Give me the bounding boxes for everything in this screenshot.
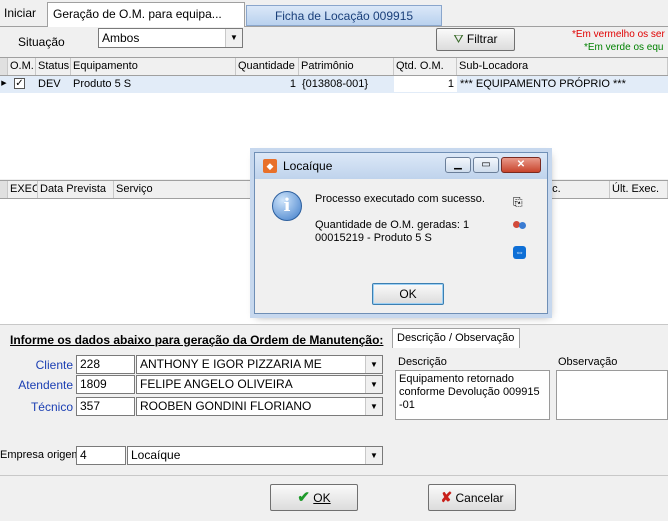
dialog-ok-button[interactable]: OK (372, 283, 444, 305)
atendente-name-value: FELIPE ANGELO OLIVEIRA (140, 377, 293, 391)
empresa-label: Empresa origem (0, 449, 81, 461)
situacao-label: Situação (18, 35, 65, 49)
tab-ficha-locacao[interactable]: Ficha de Locação 009915 (246, 5, 442, 26)
cliente-label: Cliente (35, 358, 73, 372)
col-ult-exec[interactable]: Últ. Exec. (610, 181, 668, 198)
descricao-textarea[interactable]: Equipamento retornado conforme Devolução… (395, 370, 550, 420)
x-icon: ✘ (440, 489, 453, 505)
form-heading: Informe os dados abaixo para geração da … (10, 333, 384, 347)
tecnico-code-field[interactable]: 357 (76, 397, 135, 416)
observacao-textarea[interactable] (556, 370, 668, 420)
tab-geracao-om[interactable]: Geração de O.M. para equipa... (47, 2, 245, 27)
ok-label: OK (313, 491, 331, 505)
copy-icon[interactable]: ⎘ (513, 195, 523, 210)
tab-descricao-observacao[interactable]: Descrição / Observação (392, 328, 520, 348)
col-equipamento[interactable]: Equipamento (71, 58, 236, 75)
divider (0, 324, 668, 325)
cancel-label: Cancelar (455, 491, 504, 505)
dialog-body: i Processo executado com sucesso. Quanti… (260, 179, 542, 309)
row-checkbox[interactable]: ✓ (14, 78, 25, 89)
table-row[interactable]: ▶ ✓ DEV Produto 5 S 1 {013808-001} 1 ***… (0, 76, 668, 93)
info-icon: i (272, 191, 302, 221)
dialog-message-count: Quantidade de O.M. geradas: 1 (315, 219, 470, 231)
divider (0, 475, 668, 476)
filtrar-button[interactable]: ⛛ Filtrar (436, 28, 515, 51)
observacao-label: Observação (558, 356, 618, 368)
col-exec[interactable]: EXEC (8, 181, 38, 198)
tecnico-name-field[interactable]: ROOBEN GONDINI FLORIANO ▼ (136, 397, 383, 416)
chevron-down-icon[interactable]: ▼ (365, 376, 382, 393)
om-grid-header: O.M. Status Equipamento Quantidade Patri… (0, 58, 668, 76)
dialog-titlebar[interactable]: ◆ Locaíque ▁ ▭ ✕ (255, 153, 547, 179)
tecnico-name-value: ROOBEN GONDINI FLORIANO (140, 399, 312, 413)
cliente-name-field[interactable]: ANTHONY E IGOR PIZZARIA ME ▼ (136, 355, 383, 374)
empresa-name-field[interactable]: Locaíque ▼ (127, 446, 383, 465)
col-om[interactable]: O.M. (8, 58, 36, 75)
users-icon[interactable] (512, 221, 527, 233)
col-qtd-om[interactable]: Qtd. O.M. (394, 58, 457, 75)
check-icon: ✔ (297, 489, 310, 506)
atendente-name-field[interactable]: FELIPE ANGELO OLIVEIRA ▼ (136, 375, 383, 394)
atendente-label: Atendente (18, 378, 73, 392)
dialog-message-om: 00015219 - Produto 5 S (315, 232, 432, 244)
app-logo-icon: ◆ (263, 159, 277, 173)
col-ec[interactable]: ec. (544, 181, 610, 198)
col-quantidade[interactable]: Quantidade (236, 58, 299, 75)
row-status: DEV (38, 78, 61, 90)
col-data-prevista[interactable]: Data Prevista (38, 181, 114, 198)
col-status[interactable]: Status (36, 58, 71, 75)
close-icon[interactable]: ✕ (501, 157, 541, 173)
row-indicator-header (0, 58, 8, 75)
row-pointer-icon: ▶ (1, 80, 7, 87)
legend-red: *Em vermelho os ser (572, 29, 665, 40)
cancel-button[interactable]: ✘ Cancelar (428, 484, 516, 511)
tecnico-label: Técnico (30, 400, 73, 414)
tab-bar: Iniciar Geração de O.M. para equipa... F… (0, 0, 668, 27)
col-patrimonio[interactable]: Patrimônio (299, 58, 394, 75)
filtrar-label: Filtrar (466, 32, 498, 46)
row-patrimonio: {013808-001} (302, 78, 369, 90)
legend-green: *Em verde os equ (584, 42, 664, 53)
chevron-down-icon[interactable]: ▼ (365, 356, 382, 373)
chevron-down-icon[interactable]: ▼ (225, 29, 242, 47)
dialog-message-success: Processo executado com sucesso. (315, 193, 485, 205)
empresa-name-value: Locaíque (131, 448, 181, 462)
maximize-icon[interactable]: ▭ (473, 157, 499, 173)
tab-iniciar[interactable]: Iniciar (0, 2, 46, 25)
funnel-icon: ⛛ (453, 32, 464, 46)
chevron-down-icon[interactable]: ▼ (365, 398, 382, 415)
row-sublocadora: *** EQUIPAMENTO PRÓPRIO *** (460, 78, 626, 90)
cliente-name-value: ANTHONY E IGOR PIZZARIA ME (140, 357, 322, 371)
teamviewer-icon[interactable]: ⇔ (513, 246, 526, 259)
chevron-down-icon[interactable]: ▼ (365, 447, 382, 464)
minimize-icon[interactable]: ▁ (445, 157, 471, 173)
empresa-code-field[interactable]: 4 (76, 446, 126, 465)
row-indicator-header (0, 181, 8, 198)
col-sublocadora[interactable]: Sub-Locadora (457, 58, 668, 75)
dialog-title: Locaíque (283, 159, 333, 173)
message-dialog: ◆ Locaíque ▁ ▭ ✕ i Processo executado co… (254, 152, 548, 314)
row-equipamento: Produto 5 S (73, 78, 132, 90)
row-quantidade: 1 (289, 78, 296, 90)
situacao-select[interactable]: Ambos ▼ (98, 28, 243, 48)
situacao-value: Ambos (102, 31, 140, 45)
descricao-label: Descrição (398, 356, 447, 368)
cliente-code-field[interactable]: 228 (76, 355, 135, 374)
row-qtd-om-input[interactable]: 1 (394, 76, 457, 92)
ok-button[interactable]: ✔ OK (270, 484, 358, 511)
atendente-code-field[interactable]: 1809 (76, 375, 135, 394)
